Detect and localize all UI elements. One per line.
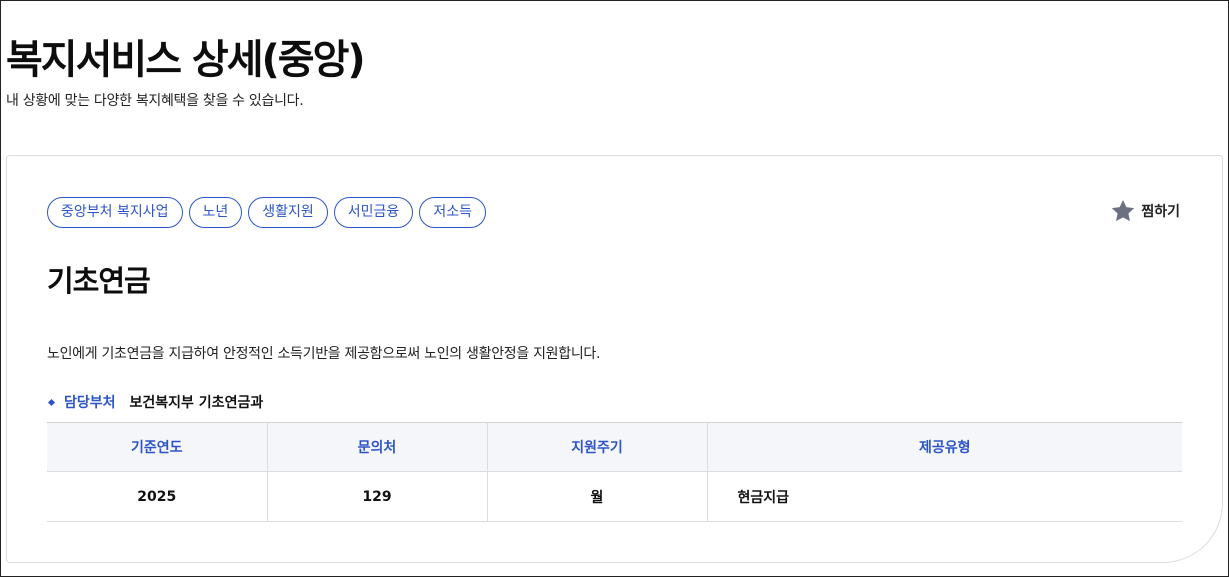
header-support-cycle: 지원주기 xyxy=(487,422,708,472)
page-title: 복지서비스 상세(중앙) xyxy=(6,37,366,83)
service-detail-card: 중앙부처 복지사업 노년 생활지원 서민금융 저소득 찜하기 기초연금 노인에게… xyxy=(6,155,1223,563)
cell-support-cycle: 월 xyxy=(487,471,708,522)
department-label: 담당부처 xyxy=(64,395,116,411)
tag-list: 중앙부처 복지사업 노년 생활지원 서민금융 저소득 xyxy=(47,197,486,228)
table-header-row: 기준연도 문의처 지원주기 제공유형 xyxy=(47,422,1182,472)
bookmark-label: 찜하기 xyxy=(1141,204,1180,220)
tag-low-income[interactable]: 저소득 xyxy=(419,197,486,228)
tag-microfinance[interactable]: 서민금융 xyxy=(333,197,414,228)
service-description: 노인에게 기초연금을 지급하여 안정적인 소득기반을 제공함으로써 노인의 생활… xyxy=(47,346,601,362)
star-icon xyxy=(1112,199,1135,222)
header-contact: 문의처 xyxy=(267,422,488,472)
bookmark-button[interactable]: 찜하기 xyxy=(1110,198,1180,224)
header-provision-type: 제공유형 xyxy=(707,422,1182,472)
service-info-table: 기준연도 문의처 지원주기 제공유형 2025 129 월 현금지급 xyxy=(47,422,1182,522)
cell-provision-type: 현금지급 xyxy=(707,471,1182,522)
table-row: 2025 129 월 현금지급 xyxy=(47,471,1182,522)
header-base-year: 기준연도 xyxy=(47,422,268,472)
diamond-bullet-icon xyxy=(47,398,56,406)
page-frame: 복지서비스 상세(중앙) 내 상황에 맞는 다양한 복지혜택을 찾을 수 있습니… xyxy=(0,0,1229,577)
page-subtitle: 내 상황에 맞는 다양한 복지혜택을 찾을 수 있습니다. xyxy=(6,93,304,109)
cell-base-year: 2025 xyxy=(47,471,268,522)
tag-living-support[interactable]: 생활지원 xyxy=(248,197,328,228)
tag-central-welfare[interactable]: 중앙부처 복지사업 xyxy=(47,197,183,228)
service-title: 기초연금 xyxy=(47,264,151,298)
tag-elderly[interactable]: 노년 xyxy=(188,197,243,228)
cell-contact: 129 xyxy=(267,471,488,522)
department-value: 보건복지부 기초연금과 xyxy=(129,395,264,411)
department-info: 담당부처 보건복지부 기초연금과 xyxy=(47,392,263,412)
